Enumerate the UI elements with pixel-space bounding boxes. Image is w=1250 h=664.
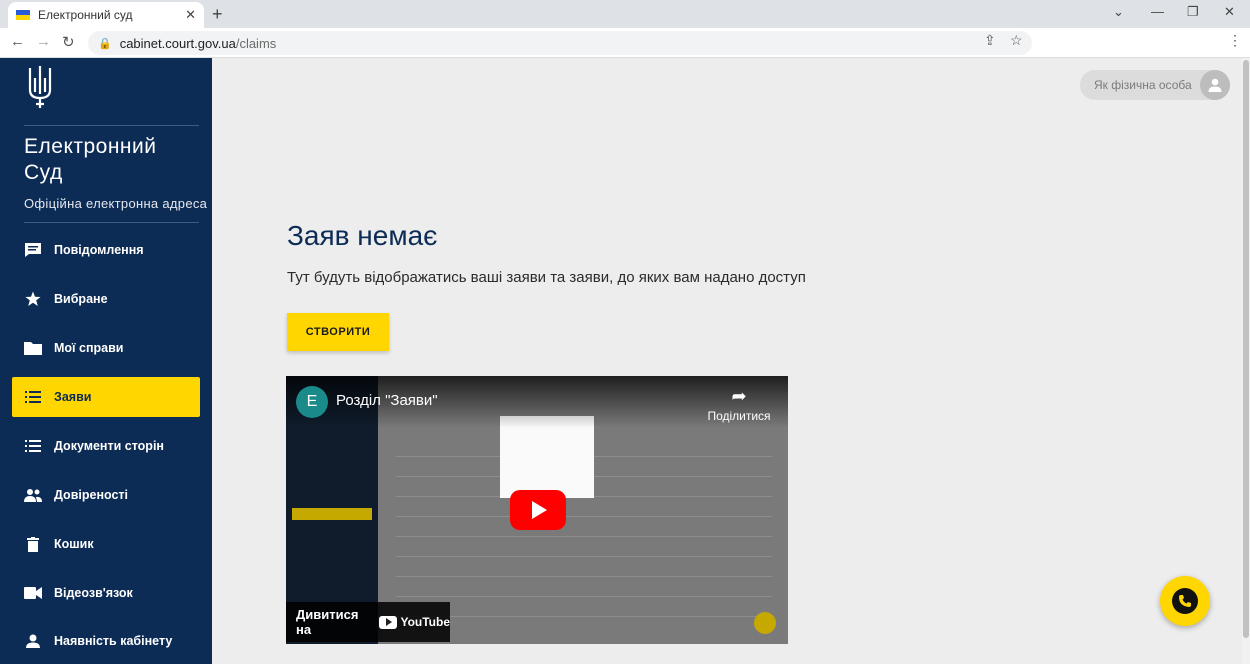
- user-role-switch[interactable]: Як фізична особа: [1080, 70, 1230, 100]
- brand-subtitle: Офіційна електронна адреса: [24, 196, 208, 211]
- sidebar: Електронний Суд Офіційна електронна адре…: [0, 58, 212, 664]
- channel-avatar[interactable]: E: [296, 386, 328, 418]
- reload-icon[interactable]: ↻: [62, 33, 75, 51]
- video-preview-row-line: [396, 616, 772, 617]
- video-preview-phone-icon: [754, 612, 776, 634]
- person-icon: [24, 633, 42, 649]
- tab-title: Електронний суд: [38, 8, 133, 22]
- brand-divider: [24, 125, 199, 126]
- main-content: Як фізична особа Заяв немає Тут будуть в…: [212, 58, 1242, 664]
- watch-on-youtube-button[interactable]: Дивитися на YouTube: [286, 602, 450, 642]
- list-icon: [24, 389, 42, 405]
- message-icon: [24, 242, 42, 258]
- phone-icon: [1172, 588, 1198, 614]
- sidebar-item-favorites[interactable]: Вибране: [12, 279, 200, 319]
- callback-phone-button[interactable]: [1160, 576, 1210, 626]
- avatar[interactable]: [1200, 70, 1230, 100]
- list-icon: [24, 438, 42, 454]
- trident-logo-icon: [28, 66, 52, 108]
- video-preview-row-line: [396, 556, 772, 557]
- video-preview-row-line: [396, 516, 772, 517]
- sidebar-item-label: Мої справи: [54, 341, 124, 355]
- browser-tabbar: Електронний суд ✕ + ⌄ — ❐ ✕: [0, 0, 1250, 28]
- watch-on-label: Дивитися на: [296, 607, 359, 637]
- create-button[interactable]: СТВОРИТИ: [287, 313, 389, 351]
- youtube-label: YouTube: [400, 615, 450, 629]
- video-preview-row-line: [396, 536, 772, 537]
- url-domain: cabinet.court.gov.ua: [119, 35, 236, 51]
- people-icon: [24, 487, 42, 503]
- sidebar-item-label: Довіреності: [54, 488, 129, 502]
- page-subtitle: Тут будуть відображатись ваші заяви та з…: [287, 269, 806, 286]
- minimize-icon[interactable]: —: [1151, 4, 1164, 19]
- sidebar-item-party-documents[interactable]: Документи сторін: [12, 426, 200, 466]
- share-page-icon[interactable]: ⇪: [984, 32, 996, 49]
- video-preview-menu-item-active: [292, 508, 372, 520]
- browser-tab[interactable]: Електронний суд ✕: [8, 2, 204, 28]
- sidebar-item-powers-of-attorney[interactable]: Довіреності: [12, 475, 200, 515]
- sidebar-item-label: Кошик: [54, 537, 94, 551]
- tab-search-icon[interactable]: ⌄: [1113, 4, 1124, 20]
- video-title[interactable]: Розділ "Заяви": [336, 392, 438, 409]
- video-preview-menu-item: [292, 548, 372, 560]
- video-preview-popup: [500, 416, 594, 498]
- person-avatar-icon: [1208, 78, 1222, 92]
- close-window-icon[interactable]: ✕: [1224, 4, 1235, 20]
- url-input[interactable]: 🔒 cabinet.court.gov.ua/claims: [88, 31, 1032, 55]
- video-preview-menu-item: [292, 468, 372, 480]
- sidebar-item-trash[interactable]: Кошик: [12, 524, 200, 564]
- browser-menu-icon[interactable]: ⋮: [1228, 32, 1242, 49]
- bookmark-star-icon[interactable]: ☆: [1010, 32, 1023, 49]
- sidebar-item-claims[interactable]: Заяви: [12, 377, 200, 417]
- ukraine-flag-icon: [16, 10, 30, 20]
- lock-icon: 🔒: [98, 37, 112, 50]
- video-play-button[interactable]: [510, 490, 566, 530]
- video-preview-menu-item: [292, 528, 372, 540]
- maximize-icon[interactable]: ❐: [1187, 4, 1199, 20]
- back-icon[interactable]: ←: [10, 33, 25, 50]
- star-icon: [24, 291, 42, 307]
- sidebar-item-label: Документи сторін: [54, 439, 164, 453]
- video-player[interactable]: E Розділ "Заяви" ➦ Поділитися Дивитися н…: [286, 376, 788, 644]
- video-share-button[interactable]: ➦ Поділитися: [706, 386, 772, 423]
- video-preview-row-line: [396, 596, 772, 597]
- brand-title-line2: Суд: [24, 161, 63, 184]
- folder-icon: [24, 340, 42, 356]
- play-icon: [532, 501, 547, 519]
- user-role-label: Як фізична особа: [1094, 78, 1192, 92]
- video-preview-menu-item: [292, 448, 372, 460]
- sidebar-item-cabinet-check[interactable]: Наявність кабінету: [12, 621, 200, 661]
- forward-icon[interactable]: →: [36, 33, 51, 50]
- sidebar-item-label: Відеозв'язок: [54, 586, 133, 600]
- page-title: Заяв немає: [287, 220, 438, 251]
- brand-title: Електронний Суд: [24, 134, 157, 186]
- url-path: /claims: [235, 35, 277, 51]
- share-arrow-icon: ➦: [731, 386, 747, 406]
- video-preview-row-line: [396, 576, 772, 577]
- brand-title-line1: Електронний: [24, 135, 157, 158]
- new-tab-icon[interactable]: +: [212, 4, 223, 25]
- sidebar-item-label: Заяви: [54, 390, 92, 404]
- video-preview-menu-item: [292, 488, 372, 500]
- address-bar: ← → ↻ 🔒 cabinet.court.gov.ua/claims ⇪ ☆ …: [0, 28, 1250, 58]
- sidebar-item-video-call[interactable]: Відеозв'язок: [12, 573, 200, 613]
- trash-icon: [24, 536, 42, 552]
- video-preview-menu-item: [292, 568, 372, 580]
- videocam-icon: [24, 585, 42, 601]
- sidebar-item-label: Повідомлення: [54, 243, 144, 257]
- brand-divider-bottom: [24, 222, 199, 223]
- sidebar-item-notifications[interactable]: Повідомлення: [12, 230, 200, 270]
- sidebar-item-label: Наявність кабінету: [54, 634, 173, 648]
- video-share-label: Поділитися: [707, 409, 771, 423]
- scrollbar-thumb[interactable]: [1243, 60, 1249, 638]
- sidebar-item-my-cases[interactable]: Мої справи: [12, 328, 200, 368]
- sidebar-item-label: Вибране: [54, 292, 108, 306]
- youtube-logo-icon: YouTube: [379, 615, 450, 629]
- close-tab-icon[interactable]: ✕: [185, 7, 196, 23]
